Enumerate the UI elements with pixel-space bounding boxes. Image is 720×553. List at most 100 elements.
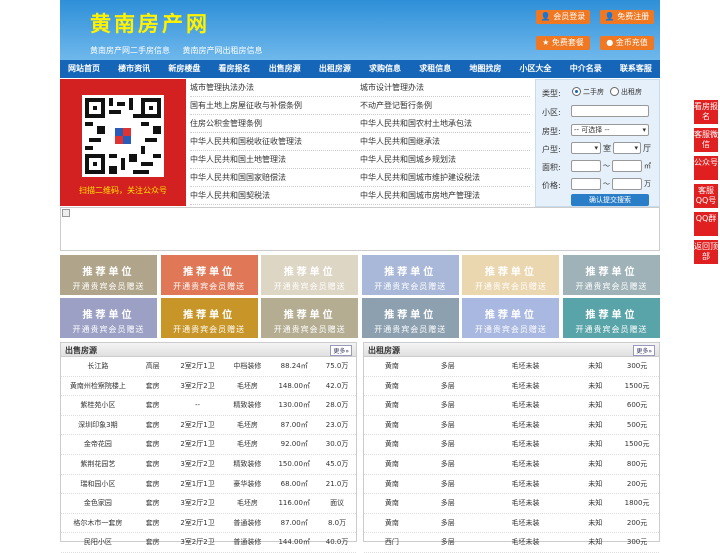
sale-listing-row[interactable]: 金色家园 套房 3室2厅2卫 毛坯房 116.00㎡ 面议 (61, 494, 356, 514)
rent-listing-row[interactable]: 黄南 多层 毛坯未装 未知 1500元 (364, 435, 659, 455)
hall-select[interactable]: ▾ (613, 142, 641, 154)
recommended-unit-tile[interactable]: 推荐单位 开通贵宾会员赠送 (160, 255, 258, 295)
sale-listing-row[interactable]: 格尔木市一套房 套房 2室2厅1卫 普通装修 87.00㎡ 8.0万 (61, 514, 356, 534)
recommended-unit-tile[interactable]: 推荐单位 开通贵宾会员赠送 (563, 298, 660, 338)
nav-item[interactable]: 小区大全 (520, 60, 552, 78)
side-float-button[interactable]: QQ群 (694, 212, 718, 236)
sale-cell[interactable]: 深圳印象3期 (61, 416, 135, 435)
rental-link[interactable]: 黄南房产网出租房信息 (183, 46, 263, 55)
radio-secondhand[interactable] (572, 87, 581, 96)
rent-cell[interactable]: 西门 (364, 533, 420, 552)
sale-cell[interactable]: 紫荆花园艺 (61, 455, 135, 474)
recommended-unit-tile[interactable]: 推荐单位 开通贵宾会员赠送 (261, 298, 359, 338)
search-submit-button[interactable]: 确认提交搜索 (571, 194, 649, 206)
rent-listing-row[interactable]: 黄南 多层 毛坯未装 未知 200元 (364, 475, 659, 495)
regulation-link[interactable]: 中华人民共和国契税法 (190, 187, 360, 204)
site-logo[interactable]: 黄南房产网 (90, 8, 210, 38)
side-float-button[interactable]: 客服微信 (694, 128, 718, 152)
rent-listing-row[interactable]: 黄南 多层 毛坯未装 未知 500元 (364, 416, 659, 436)
price-min-input[interactable] (571, 178, 601, 190)
nav-item[interactable]: 地图找房 (469, 60, 501, 78)
recommended-unit-tile[interactable]: 推荐单位 开通贵宾会员赠送 (462, 255, 560, 295)
sale-cell[interactable]: 瑞和园小区 (61, 475, 135, 494)
rent-cell[interactable]: 黄南 (364, 435, 420, 454)
regulation-link[interactable]: 中华人民共和国城乡规划法 (360, 151, 530, 168)
rent-listing-row[interactable]: 黄南 多层 毛坯未装 未知 200元 (364, 514, 659, 534)
regulation-link[interactable]: 不动产登记暂行条例 (360, 97, 530, 114)
register-button[interactable]: 👤 免费注册 (600, 10, 654, 24)
side-float-button[interactable]: 返回顶部 (694, 240, 718, 264)
rent-cell[interactable]: 黄南 (364, 514, 420, 533)
rent-cell[interactable]: 黄南 (364, 455, 420, 474)
nav-item[interactable]: 网站首页 (68, 60, 100, 78)
rent-listing-row[interactable]: 黄南 多层 毛坯未装 未知 1500元 (364, 377, 659, 397)
housetype-select[interactable]: -- 可选择 -- ▾ (571, 124, 649, 136)
regulation-link[interactable]: 中华人民共和国农村土地承包法 (360, 115, 530, 132)
rent-listing-row[interactable]: 黄南 多层 毛坯未装 未知 600元 (364, 396, 659, 416)
recommended-unit-tile[interactable]: 推荐单位 开通贵宾会员赠送 (563, 255, 660, 295)
login-button[interactable]: 👤 会员登录 (536, 10, 590, 24)
side-float-button[interactable]: 客服QQ号 (694, 184, 718, 208)
sale-cell[interactable]: 黄南州检察院楼上 (61, 377, 135, 396)
rent-listing-row[interactable]: 黄南 多层 毛坯未装 未知 800元 (364, 455, 659, 475)
nav-item[interactable]: 出售房源 (269, 60, 301, 78)
nav-item[interactable]: 出租房源 (319, 60, 351, 78)
nav-item[interactable]: 求租信息 (419, 60, 451, 78)
regulation-link[interactable]: 中华人民共和国税收征收管理法 (190, 133, 360, 150)
secondhand-link[interactable]: 黄南房产网二手房信息 (90, 46, 170, 55)
rent-cell[interactable]: 黄南 (364, 475, 420, 494)
rent-cell[interactable]: 黄南 (364, 377, 420, 396)
sale-listing-row[interactable]: 瑞和园小区 套房 2室1厅1卫 豪华装修 68.00㎡ 21.0万 (61, 475, 356, 495)
area-min-input[interactable] (571, 160, 601, 172)
sale-cell[interactable]: 金色家园 (61, 494, 135, 513)
sale-listing-row[interactable]: 长江路 高层 2室2厅1卫 中档装修 88.24㎡ 75.0万 (61, 357, 356, 377)
sale-cell[interactable]: 紫桂苑小区 (61, 396, 135, 415)
rent-cell[interactable]: 黄南 (364, 357, 420, 376)
nav-item[interactable]: 楼市资讯 (118, 60, 150, 78)
sale-listing-row[interactable]: 紫荆花园艺 套房 3室2厅2卫 精致装修 150.00㎡ 45.0万 (61, 455, 356, 475)
regulation-link[interactable]: 中华人民共和国城市房地产管理法 (360, 187, 530, 204)
nav-item[interactable]: 中介名录 (570, 60, 602, 78)
recommended-unit-tile[interactable]: 推荐单位 开通贵宾会员赠送 (361, 298, 459, 338)
sale-cell[interactable]: 长江路 (61, 357, 135, 376)
rent-listing-row[interactable]: 黄南 多层 毛坯未装 未知 300元 (364, 357, 659, 377)
nav-item[interactable]: 联系客服 (620, 60, 652, 78)
recharge-button[interactable]: ● 金币充值 (600, 36, 654, 50)
room-select[interactable]: ▾ (571, 142, 601, 154)
regulation-link[interactable]: 中华人民共和国土地管理法 (190, 151, 360, 168)
regulation-link[interactable]: 国有土地上房屋征收与补偿条例 (190, 97, 360, 114)
recommended-unit-tile[interactable]: 推荐单位 开通贵宾会员赠送 (462, 298, 560, 338)
nav-item[interactable]: 看房报名 (219, 60, 251, 78)
recommended-unit-tile[interactable]: 推荐单位 开通贵宾会员赠送 (160, 298, 258, 338)
sale-more-link[interactable]: 更多» (330, 345, 352, 356)
package-button[interactable]: ★ 免费套餐 (536, 36, 590, 50)
sale-listing-row[interactable]: 黄南州检察院楼上 套房 3室2厅2卫 毛坯房 148.00㎡ 42.0万 (61, 377, 356, 397)
sale-listing-row[interactable]: 紫桂苑小区 套房 -- 精致装修 130.00㎡ 28.0万 (61, 396, 356, 416)
sale-listing-row[interactable]: 金帝花园 套房 2室2厅1卫 毛坯房 92.00㎡ 30.0万 (61, 435, 356, 455)
sale-cell[interactable]: 民阳小区 (61, 533, 135, 552)
regulation-link[interactable]: 城市管理执法办法 (190, 79, 360, 96)
rent-listing-row[interactable]: 西门 多层 毛坯未装 未知 300元 (364, 533, 659, 553)
rent-more-link[interactable]: 更多» (633, 345, 655, 356)
regulation-link[interactable]: 城市设计管理办法 (360, 79, 530, 96)
sale-listing-row[interactable]: 深圳印象3期 套房 2室2厅1卫 毛坯房 87.00㎡ 23.0万 (61, 416, 356, 436)
rent-cell[interactable]: 黄南 (364, 494, 420, 513)
radio-rental[interactable] (610, 87, 619, 96)
recommended-unit-tile[interactable]: 推荐单位 开通贵宾会员赠送 (60, 298, 157, 338)
side-float-button[interactable]: 看房报名 (694, 100, 718, 124)
recommended-unit-tile[interactable]: 推荐单位 开通贵宾会员赠送 (261, 255, 359, 295)
rent-cell[interactable]: 黄南 (364, 396, 420, 415)
regulation-link[interactable]: 中华人民共和国继承法 (360, 133, 530, 150)
sale-cell[interactable]: 格尔木市一套房 (61, 514, 135, 533)
nav-item[interactable]: 求购信息 (369, 60, 401, 78)
community-input[interactable] (571, 105, 649, 117)
price-max-input[interactable] (612, 178, 642, 190)
recommended-unit-tile[interactable]: 推荐单位 开通贵宾会员赠送 (361, 255, 459, 295)
regulation-link[interactable]: 住房公积金管理条例 (190, 115, 360, 132)
sale-cell[interactable]: 金帝花园 (61, 435, 135, 454)
side-float-button[interactable]: 公众号 (694, 156, 718, 180)
recommended-unit-tile[interactable]: 推荐单位 开通贵宾会员赠送 (60, 255, 157, 295)
area-max-input[interactable] (612, 160, 642, 172)
nav-item[interactable]: 新房楼盘 (168, 60, 200, 78)
regulation-link[interactable]: 中华人民共和国城市维护建设税法 (360, 169, 530, 186)
